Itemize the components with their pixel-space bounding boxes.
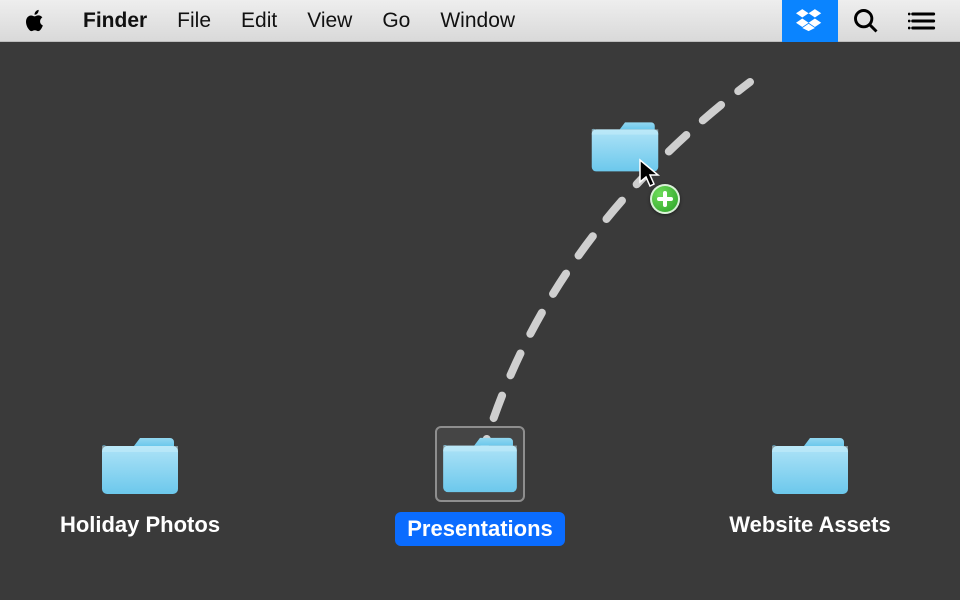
menu-window[interactable]: Window [425, 0, 530, 42]
menubar: Finder File Edit View Go Window [0, 0, 960, 42]
dropbox-menubar-icon[interactable] [782, 0, 838, 42]
drag-ghost-folder [590, 117, 660, 175]
plus-badge-icon [650, 184, 680, 214]
folder-website-assets[interactable]: Website Assets [700, 432, 920, 542]
menu-app-name[interactable]: Finder [68, 0, 162, 42]
folder-label: Presentations [395, 512, 565, 546]
desktop[interactable]: Holiday Photos Presentations Website Ass… [0, 42, 960, 600]
menu-file[interactable]: File [162, 0, 226, 42]
menu-go[interactable]: Go [367, 0, 425, 42]
folder-icon [770, 432, 850, 498]
folder-holiday-photos[interactable]: Holiday Photos [30, 432, 250, 542]
folder-icon [435, 426, 525, 502]
spotlight-search-icon[interactable] [838, 0, 894, 42]
menu-view[interactable]: View [292, 0, 367, 42]
folder-label: Holiday Photos [48, 508, 232, 542]
notification-center-icon[interactable] [894, 0, 950, 42]
folder-presentations[interactable]: Presentations [370, 426, 590, 546]
apple-icon[interactable] [20, 6, 50, 36]
menu-edit[interactable]: Edit [226, 0, 292, 42]
folder-icon [100, 432, 180, 498]
folder-label: Website Assets [717, 508, 902, 542]
